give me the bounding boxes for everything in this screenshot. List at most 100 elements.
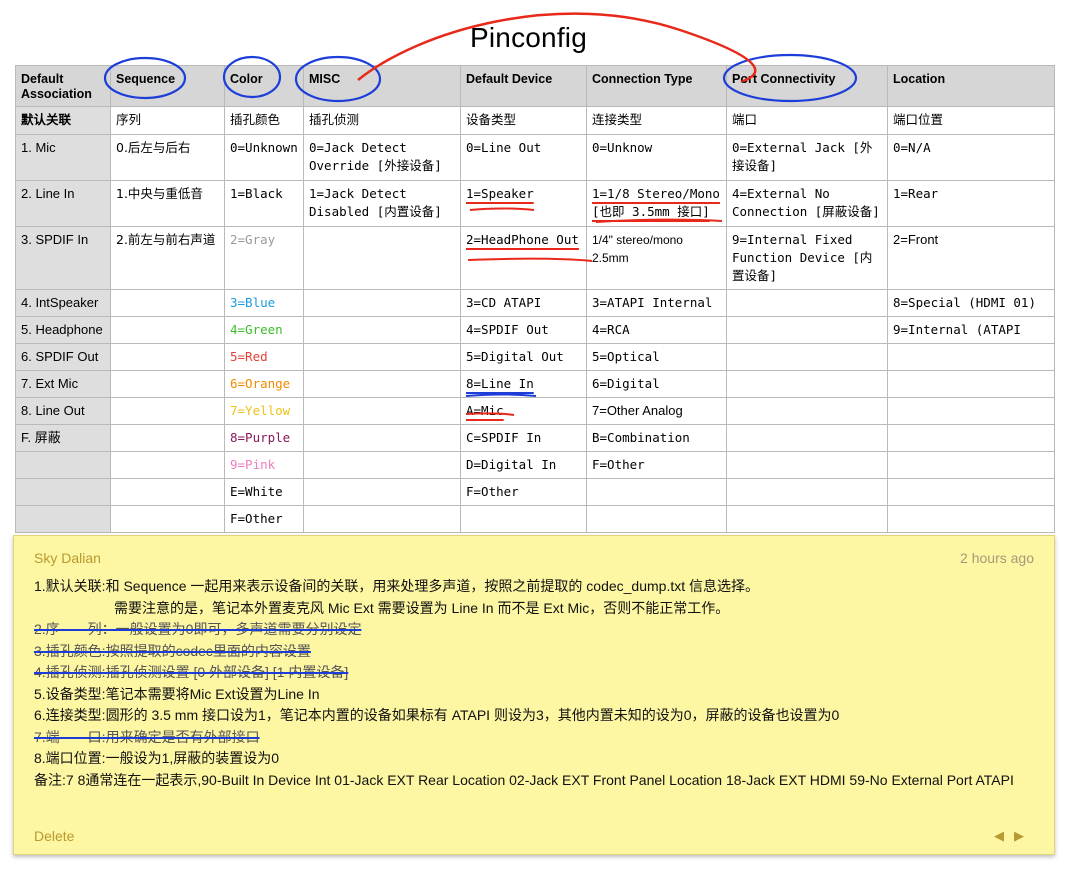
header-default-device: Default Device [460, 65, 587, 107]
table-cell: 5=Digital Out [460, 343, 587, 371]
prev-arrow-icon[interactable]: ◀ [994, 828, 1014, 843]
table-cell [586, 478, 727, 506]
table-header-row: Default Association Sequence Color MISC … [15, 65, 1055, 107]
table-cell: 4=SPDIF Out [460, 316, 587, 344]
table-cell: 6=Orange [224, 370, 304, 398]
next-arrow-icon[interactable]: ▶ [1014, 828, 1034, 843]
table-cell [303, 343, 461, 371]
table-cell [726, 316, 888, 344]
header-misc: MISC [303, 65, 461, 107]
table-cell [303, 451, 461, 479]
table-cell: 插孔侦测 [303, 106, 461, 135]
table-cell [726, 424, 888, 452]
table-cell [110, 370, 225, 398]
table-cell [887, 505, 1055, 533]
table-cell: D=Digital In [460, 451, 587, 479]
table-cell [726, 343, 888, 371]
header-color: Color [224, 65, 304, 107]
table-cell [726, 370, 888, 398]
table-cell: 8=Special (HDMI 01) [887, 289, 1055, 317]
table-cell: 1=1/8 Stereo/Mono [也即 3.5mm 接口] [586, 180, 727, 227]
table-cell [586, 505, 727, 533]
table-cell: 0=Line Out [460, 134, 587, 181]
table-cell: 2=Gray [224, 226, 304, 290]
table-cell: 5=Red [224, 343, 304, 371]
header-location: Location [887, 65, 1055, 107]
table-cell: 端口位置 [887, 106, 1055, 135]
table-cell: 2=Front [887, 226, 1055, 290]
table-cell: 0=N/A [887, 134, 1055, 181]
table-cell: 5. Headphone [15, 316, 111, 344]
note-line: 备注:7 8通常连在一起表示,90-Built In Device Int 01… [34, 771, 1014, 788]
table-cell: 3=CD ATAPI [460, 289, 587, 317]
note-line: 需要注意的是，笔记本外置麦克风 Mic Ext 需要设置为 Line In 而不… [114, 599, 730, 616]
table-cell: 1. Mic [15, 134, 111, 181]
table-cell: 1/4" stereo/mono 2.5mm [586, 226, 727, 290]
table-cell [15, 505, 111, 533]
table-cell [726, 451, 888, 479]
table-cell [110, 316, 225, 344]
header-default-association: Default Association [15, 65, 111, 107]
table-row: F=Other [15, 505, 1055, 533]
table-cell [303, 478, 461, 506]
table-cell [110, 289, 225, 317]
table-row: 8. Line Out 7=Yellow A=Mic 7=Other Analo… [15, 397, 1055, 425]
note-author: Sky Dalian [34, 550, 101, 566]
table-row: 4. IntSpeaker 3=Blue 3=CD ATAPI 3=ATAPI … [15, 289, 1055, 317]
table-cell: 7. Ext Mic [15, 370, 111, 398]
table-cell [303, 424, 461, 452]
table-cell: 默认关联 [15, 106, 111, 135]
table-cell [110, 478, 225, 506]
table-cell: 4=RCA [586, 316, 727, 344]
table-cell: 1=Speaker [460, 180, 587, 227]
table-cell: 7=Yellow [224, 397, 304, 425]
table-row: 7. Ext Mic 6=Orange 8=Line In 6=Digital [15, 370, 1055, 398]
table-cell: 9=Pink [224, 451, 304, 479]
note-timestamp: 2 hours ago [960, 550, 1034, 566]
annotated-value: A=Mic [466, 403, 504, 418]
table-cell: 序列 [110, 106, 225, 135]
table-row: 2. Line In 1.中央与重低音 1=Black 1=Jack Detec… [15, 180, 1055, 227]
table-cell: 插孔颜色 [224, 106, 304, 135]
table-cell [460, 505, 587, 533]
table-cell: F=Other [224, 505, 304, 533]
annotated-value: 2=HeadPhone Out [466, 232, 579, 247]
table-cell: 连接类型 [586, 106, 727, 135]
table-cell [15, 451, 111, 479]
table-cell: 0=Jack Detect Override [外接设备] [303, 134, 461, 181]
table-cell: 端口 [726, 106, 888, 135]
table-cell: 1.中央与重低音 [110, 180, 225, 227]
table-cell: A=Mic [460, 397, 587, 425]
table-row: 默认关联 序列 插孔颜色 插孔侦测 设备类型 连接类型 端口 端口位置 [15, 106, 1055, 135]
table-cell [110, 451, 225, 479]
note-line: 5.设备类型:笔记本需要将Mic Ext设置为Line In [34, 685, 320, 702]
table-cell: 5=Optical [586, 343, 727, 371]
pinconfig-table: Default Association Sequence Color MISC … [15, 65, 1055, 533]
table-cell: 0=Unknow [586, 134, 727, 181]
table-cell [887, 370, 1055, 398]
table-cell [110, 424, 225, 452]
table-cell [303, 289, 461, 317]
table-row: 9=Pink D=Digital In F=Other [15, 451, 1055, 479]
delete-button[interactable]: Delete [34, 828, 74, 844]
table-cell: 8=Line In [460, 370, 587, 398]
note-line: 1.默认关联:和 Sequence 一起用来表示设备间的关联，用来处理多声道，按… [34, 578, 760, 594]
table-cell: 4. IntSpeaker [15, 289, 111, 317]
table-cell [887, 343, 1055, 371]
table-cell: F=Other [460, 478, 587, 506]
table-cell [887, 451, 1055, 479]
table-cell: C=SPDIF In [460, 424, 587, 452]
table-cell: 3=Blue [224, 289, 304, 317]
table-cell: B=Combination [586, 424, 727, 452]
table-cell: 1=Jack Detect Disabled [内置设备] [303, 180, 461, 227]
table-cell [887, 478, 1055, 506]
table-cell [303, 505, 461, 533]
table-row: F. 屏蔽 8=Purple C=SPDIF In B=Combination [15, 424, 1055, 452]
note-line-struck: 2.序 列：一般设置为0即可，多声道需要分别设定 [34, 621, 362, 637]
table-cell [726, 397, 888, 425]
table-cell: E=White [224, 478, 304, 506]
sticky-note: Sky Dalian 2 hours ago 1.默认关联:和 Sequence… [13, 535, 1055, 855]
table-cell: 6=Digital [586, 370, 727, 398]
table-cell: 8=Purple [224, 424, 304, 452]
table-cell [303, 370, 461, 398]
